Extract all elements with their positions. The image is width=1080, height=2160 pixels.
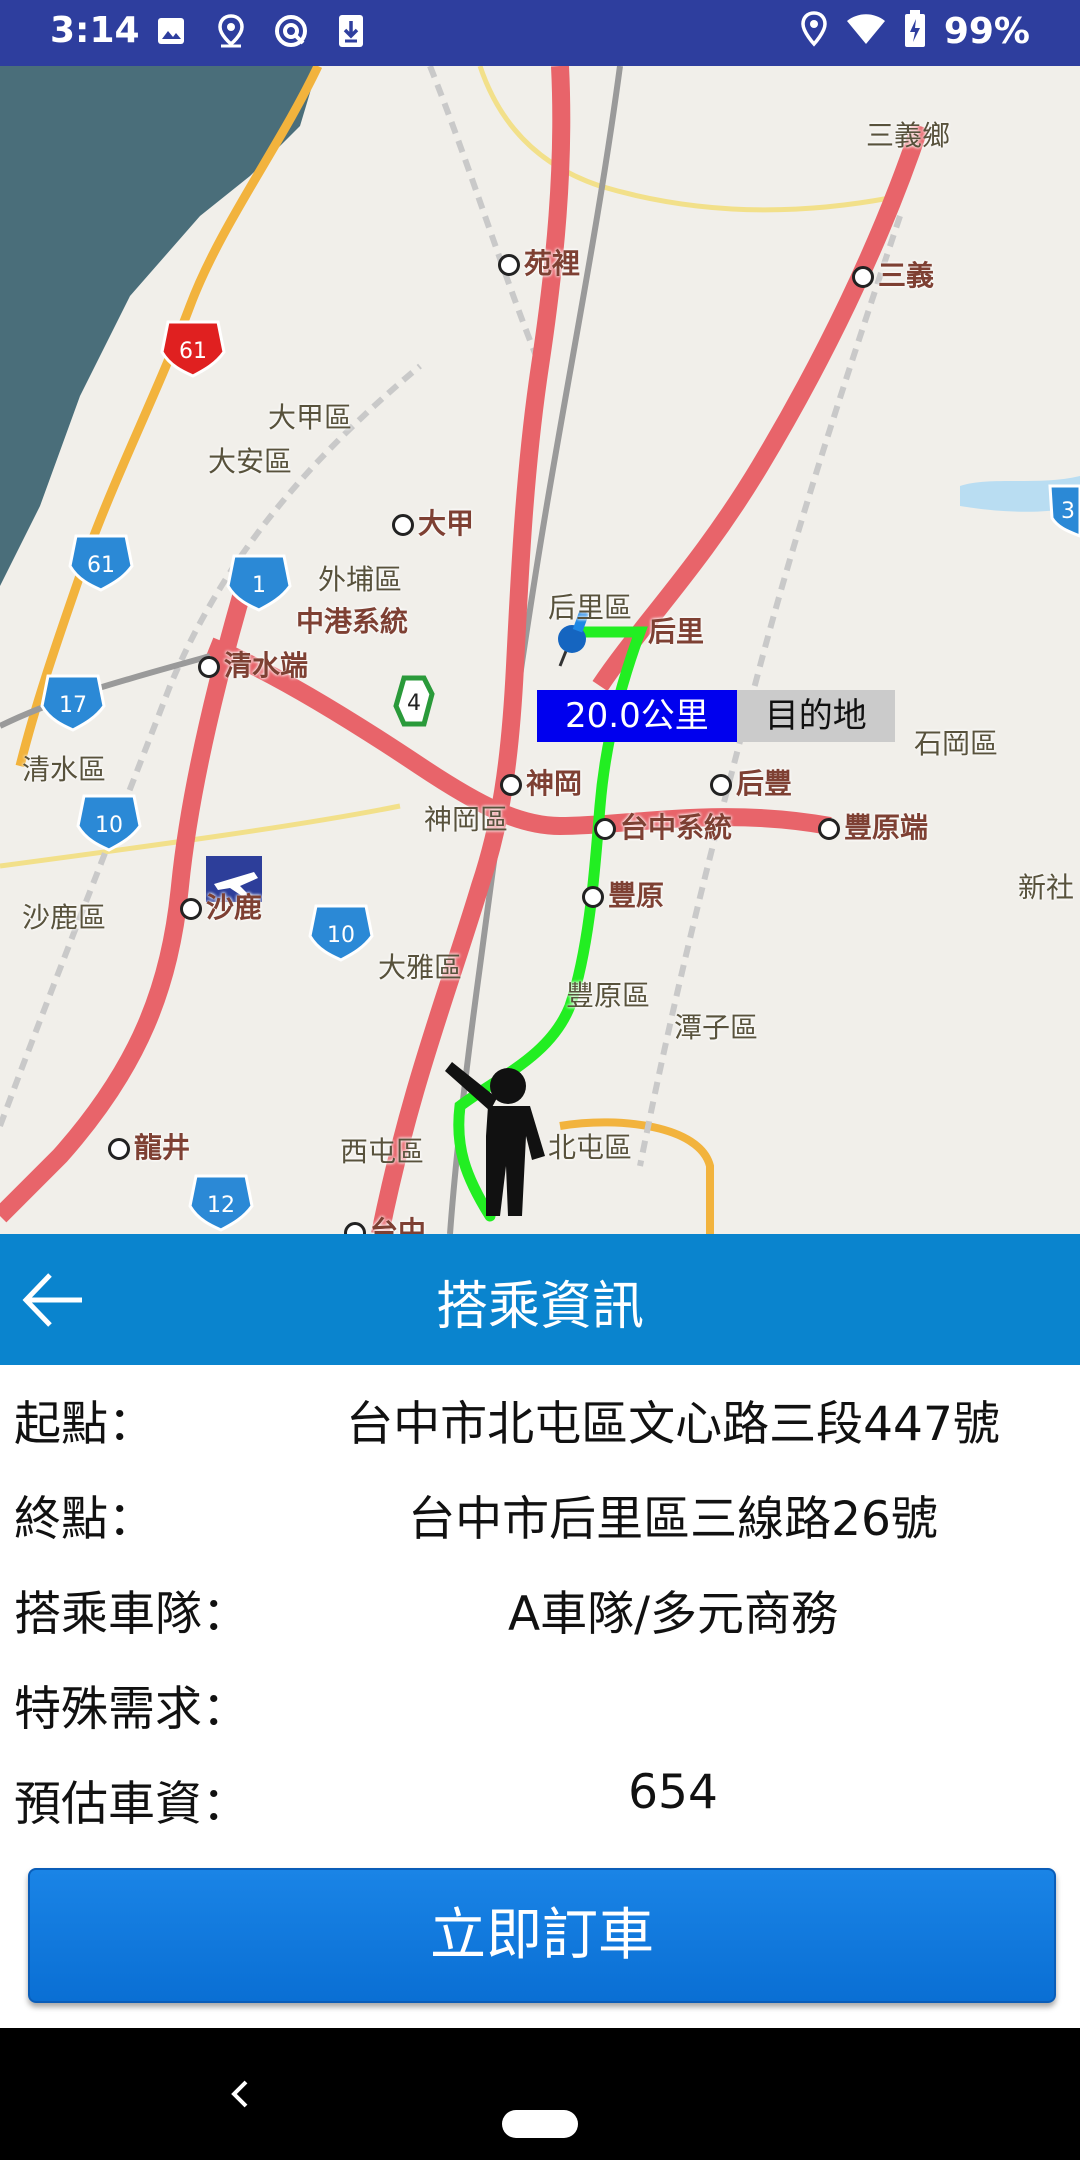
map-label: 后豐 xyxy=(710,762,792,802)
map-label: 沙鹿區 xyxy=(22,901,107,934)
map-label: 豐原 xyxy=(582,874,664,914)
origin-row: 起點： 台中市北屯區文心路三段447號 xyxy=(0,1365,1080,1460)
svg-text:3: 3 xyxy=(1061,499,1075,524)
navigation-bar xyxy=(0,2028,1080,2160)
route-distance-tag: 20.0公里 目的地 xyxy=(537,690,895,742)
destination-value: 台中市后里區三線路26號 xyxy=(408,1492,938,1547)
svg-text:17: 17 xyxy=(59,693,87,718)
status-time: 3:14 xyxy=(50,10,140,51)
nav-back-icon xyxy=(231,2080,248,2108)
page-title: 搭乘資訊 xyxy=(435,1277,644,1337)
svg-text:61: 61 xyxy=(87,553,115,578)
special-request-row: 特殊需求： xyxy=(0,1650,1080,1745)
map-label: 北屯區 xyxy=(548,1131,633,1164)
fleet-row: 搭乘車隊： A車隊/多元商務 xyxy=(0,1555,1080,1650)
svg-text:12: 12 xyxy=(207,1193,235,1218)
fare-value: 654 xyxy=(628,1765,718,1820)
svg-text:61: 61 xyxy=(179,339,207,364)
ride-info: 起點： 台中市北屯區文心路三段447號 終點： 台中市后里區三線路26號 搭乘車… xyxy=(0,1365,1080,1840)
svg-text:10: 10 xyxy=(95,813,123,838)
map-label: 后里 xyxy=(648,615,705,648)
map-label: 潭子區 xyxy=(674,1011,759,1044)
map-label: 西屯區 xyxy=(340,1135,425,1168)
origin-value: 台中市北屯區文心路三段447號 xyxy=(346,1397,1000,1452)
map-label: 后里區 xyxy=(548,591,633,624)
map-label: 神岡 xyxy=(500,762,582,802)
map-label: 豐原區 xyxy=(566,979,651,1012)
map-label: 神岡區 xyxy=(424,803,509,836)
destination-label: 終點： xyxy=(14,1492,155,1547)
map-label: 大安區 xyxy=(208,445,293,478)
map-label: 外埔區 xyxy=(318,563,403,596)
sea-area xyxy=(0,66,318,586)
map-label: 清水端 xyxy=(198,644,308,684)
location-icon xyxy=(800,11,828,51)
battery-charging-icon xyxy=(904,10,926,52)
system-icons: 99% xyxy=(800,10,1030,52)
map-label: 豐原端 xyxy=(818,806,928,846)
wifi-icon xyxy=(846,12,886,50)
map-label: 龍井 xyxy=(108,1126,190,1166)
route-map[interactable]: 61 61 1 17 4 10 10 12 3 三義鄉 苑裡 三義 大甲區 大安… xyxy=(0,66,1080,1234)
map-label: 苑裡 xyxy=(498,242,580,282)
image-icon xyxy=(152,12,190,50)
map-label: 大雅區 xyxy=(378,951,463,984)
map-label: 台中系統 xyxy=(594,806,732,846)
map-label: 中港系統 xyxy=(296,605,409,638)
map-label: 大甲區 xyxy=(268,401,353,434)
home-pill-button[interactable] xyxy=(502,2110,578,2138)
map-label: 新社 xyxy=(1018,871,1075,904)
svg-text:10: 10 xyxy=(327,923,355,948)
nav-back-button[interactable] xyxy=(222,2076,258,2112)
map-label: 清水區 xyxy=(22,753,107,786)
book-now-button[interactable]: 立即訂車 xyxy=(28,1868,1056,2003)
map-label: 沙鹿 xyxy=(180,886,262,926)
fleet-value: A車隊/多元商務 xyxy=(508,1587,838,1642)
fare-row: 預估車資： 654 xyxy=(0,1745,1080,1840)
map-label: 大甲 xyxy=(392,502,474,542)
map-label: 三義 xyxy=(852,254,934,294)
map-label: 石岡區 xyxy=(914,727,999,760)
map-label: 台中 xyxy=(344,1210,426,1234)
map-label: 三義鄉 xyxy=(866,119,951,152)
origin-label: 起點： xyxy=(14,1397,155,1452)
svg-text:4: 4 xyxy=(407,691,421,716)
notification-icons xyxy=(152,12,370,50)
special-request-label: 特殊需求： xyxy=(14,1682,249,1737)
title-bar: 搭乘資訊 xyxy=(0,1234,1080,1365)
distance-label: 20.0公里 xyxy=(537,690,737,742)
svg-text:1: 1 xyxy=(252,573,266,598)
download-icon xyxy=(332,12,370,50)
location-pin-icon xyxy=(212,12,250,50)
battery-percent: 99% xyxy=(943,10,1030,52)
destination-label: 目的地 xyxy=(736,690,895,742)
vpn-icon xyxy=(272,12,310,50)
destination-row: 終點： 台中市后里區三線路26號 xyxy=(0,1460,1080,1555)
status-bar: 3:14 99% xyxy=(0,0,1080,66)
